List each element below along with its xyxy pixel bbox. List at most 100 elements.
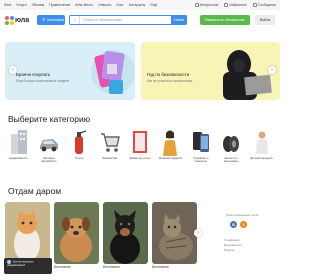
giveaway-card[interactable]: Бесплатно [152, 202, 197, 269]
giveaway-title: Отдам даром [8, 186, 62, 196]
topnav-link[interactable]: Новости [98, 3, 111, 7]
giveaway-card[interactable]: Бесплатно [103, 202, 148, 269]
messages-label: Сообщения [257, 3, 276, 7]
vk-icon[interactable]: В [230, 221, 237, 228]
footer-links: О компании Безопасность Помощь [224, 238, 276, 253]
banner-safety[interactable]: Гид по безопасности Как не попасться мош… [141, 42, 280, 100]
topnav-link[interactable]: Контракты [129, 3, 146, 7]
topnav-link[interactable]: Блог [116, 3, 123, 7]
dog-photo [54, 202, 99, 264]
phone-icon [192, 132, 209, 152]
shopping-bags-illustration [91, 50, 135, 94]
banner-title: Бранчи покупать [16, 72, 51, 77]
card-price: Бесплатно [54, 265, 71, 269]
heart-icon [224, 3, 229, 7]
category-item[interactable]: Недвижимость [5, 128, 32, 163]
categories-title: Выберите категорию [8, 114, 91, 124]
chevron-left-icon: ‹ [12, 67, 14, 73]
ok-icon[interactable]: О [240, 221, 247, 228]
star-icon [194, 3, 199, 7]
dog-photo [103, 202, 148, 264]
logo[interactable]: юла [5, 15, 30, 25]
category-item[interactable]: Телефоны и планшеты [187, 128, 214, 163]
cat-photo [5, 202, 50, 264]
message-icon [252, 3, 257, 7]
logo-mark-icon [5, 15, 14, 25]
category-item[interactable]: Детский гардероб [248, 128, 275, 163]
search-bar: ⌖ Поиск по объявлениям Найти [69, 15, 188, 26]
card-price: Бесплатно [103, 265, 120, 269]
header-actions: Разместить объявление Войти [199, 15, 275, 25]
banner-subtitle: Как не попасться мошенникам [147, 79, 193, 83]
category-label: Женский гардероб [158, 157, 182, 160]
topnav-link[interactable]: Услуги [16, 3, 26, 7]
search-button[interactable]: Найти [171, 15, 188, 26]
menu-icon: ☰ [42, 18, 46, 22]
banner-title: Гид по безопасности [147, 72, 190, 77]
topnav-link[interactable]: Объявы [32, 3, 45, 7]
chevron-right-icon: › [271, 67, 273, 73]
category-item[interactable]: Женский гардероб [157, 128, 184, 163]
categories-button[interactable]: ☰ Категории [37, 15, 66, 25]
giveaway-next-button[interactable]: › [194, 229, 202, 237]
social-title: Юла в социальных сетях [226, 213, 259, 217]
category-item[interactable]: Услуги [66, 128, 93, 163]
location-icon[interactable]: ⌖ [70, 16, 81, 24]
giveaway-card[interactable]: Бесплатно [54, 202, 99, 269]
cat-photo [152, 202, 197, 264]
login-button[interactable]: Войти [254, 15, 275, 25]
kitten-image [5, 202, 50, 264]
category-label: Легковые автомобили [41, 157, 57, 164]
category-item[interactable]: Запчасти и автотовары [218, 128, 245, 163]
interesting-link[interactable]: Интересное [194, 3, 219, 7]
tabby-cat-image [152, 202, 197, 264]
social-sidebar: Юла в социальных сетях В О О компании Бе… [206, 200, 276, 253]
dog-image [103, 202, 148, 264]
car-icon [39, 139, 58, 152]
carousel-next-button[interactable]: › [268, 66, 276, 74]
category-label: Заявки на услуги [129, 157, 151, 160]
fire-extinguisher-icon [75, 130, 87, 154]
building-icon [10, 130, 27, 154]
chevron-right-icon: › [197, 230, 199, 236]
header: юла ☰ Категории ⌖ Поиск по объявлениям Н… [0, 10, 280, 30]
footer-link[interactable]: Помощь [224, 248, 276, 253]
category-item[interactable]: Легковые автомобили [35, 128, 62, 163]
interesting-label: Интересное [199, 3, 219, 7]
favorites-label: Избранное [229, 3, 247, 7]
topnav-link[interactable]: Юла Жесть [75, 3, 93, 7]
banner-shopping[interactable]: Бранчи покупать Еще больше качественных … [5, 42, 135, 100]
cart-icon [100, 133, 120, 152]
banner-carousel: Бранчи покупать Еще больше качественных … [0, 42, 280, 100]
category-label: Недвижимость [9, 157, 28, 160]
banner-subtitle: Еще больше качественных товаров [16, 79, 69, 83]
top-nav: Юла Услуги Объявы Привлечение Юла Жесть … [0, 0, 280, 10]
category-label: Запчасти и автотовары [223, 157, 239, 164]
category-label: Знакомства [102, 157, 117, 160]
logo-text: юла [15, 16, 30, 24]
carousel-prev-button[interactable]: ‹ [9, 66, 17, 74]
categories-list: Недвижимость Легковые автомобили Услуги … [5, 128, 275, 163]
social-icons: В О [230, 221, 276, 228]
card-price: Бесплатно [152, 265, 169, 269]
post-ad-button[interactable]: Разместить объявление [199, 15, 250, 25]
favorites-link[interactable]: Избранное [224, 3, 247, 7]
topnav-link[interactable]: Привлечение [49, 3, 70, 7]
topnav-link[interactable]: Ещё [150, 3, 157, 7]
category-label: Телефоны и планшеты [193, 157, 209, 164]
hacker-illustration [223, 50, 272, 100]
category-label: Услуги [75, 157, 84, 160]
topnav-right: Интересное Избранное Сообщения [194, 3, 276, 7]
categories-label: Категории [47, 18, 65, 22]
category-item[interactable]: Заявки на услуги [127, 128, 154, 163]
notification-toast[interactable]: Хотите получать уведомления? [4, 258, 52, 274]
category-label: Детский гардероб [250, 157, 273, 160]
kids-icon [255, 131, 268, 154]
category-item[interactable]: Знакомства [96, 128, 123, 163]
puppy-image [54, 202, 99, 264]
messages-link[interactable]: Сообщения [252, 3, 276, 7]
woman-icon [163, 130, 178, 156]
frame-icon [133, 131, 147, 153]
tires-icon [223, 136, 240, 152]
topnav-link[interactable]: Юла [4, 3, 11, 7]
